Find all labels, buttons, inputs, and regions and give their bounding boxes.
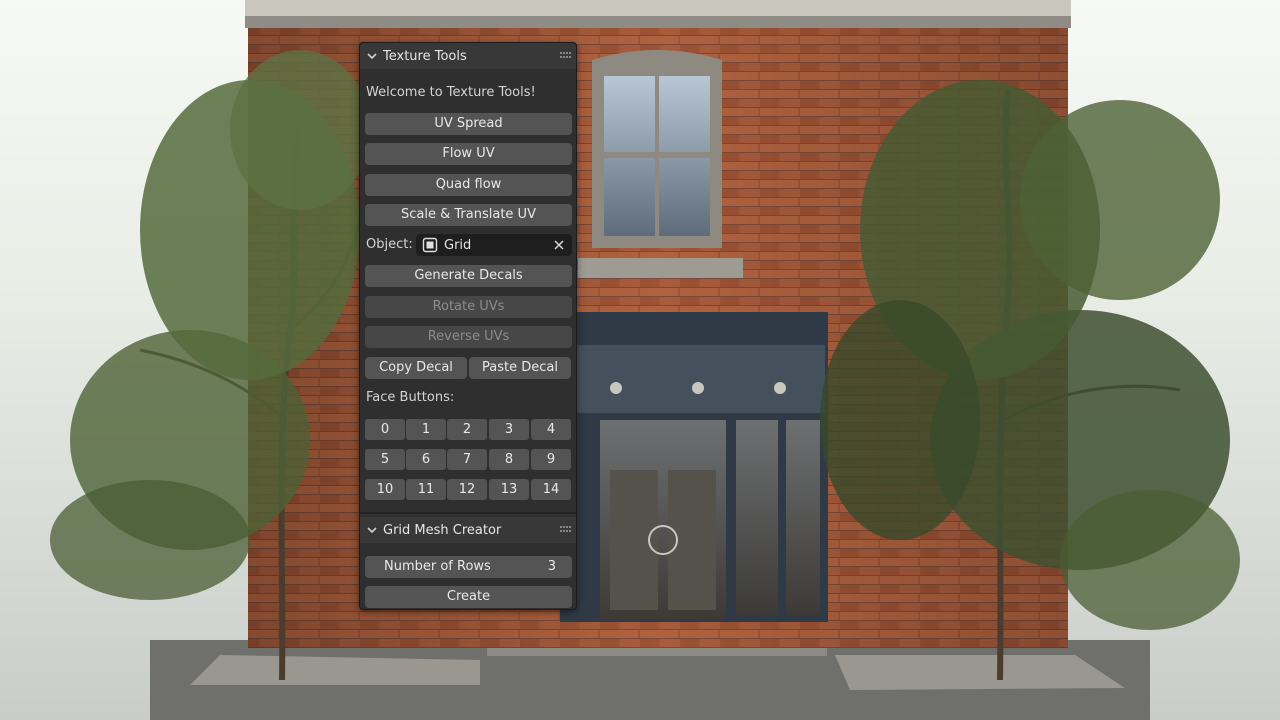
mesh-object-icon <box>422 237 438 253</box>
paste-decal-button[interactable]: Paste Decal <box>469 357 571 379</box>
face-button-0[interactable]: 0 <box>365 419 405 440</box>
chevron-down-icon[interactable] <box>366 50 378 62</box>
face-button-9[interactable]: 9 <box>531 449 571 470</box>
copy-decal-button[interactable]: Copy Decal <box>365 357 467 379</box>
face-button-10[interactable]: 10 <box>365 479 405 500</box>
create-button[interactable]: Create <box>365 586 572 608</box>
texture-tools-header[interactable]: Texture Tools <box>360 43 576 69</box>
face-buttons-label: Face Buttons: <box>366 390 455 405</box>
texture-tools-title: Texture Tools <box>383 48 467 64</box>
face-button-14[interactable]: 14 <box>531 479 571 500</box>
face-button-8[interactable]: 8 <box>489 449 529 470</box>
texture-tools-panel: Texture Tools Welcome to Texture Tools! … <box>359 42 577 610</box>
rotate-uvs-button[interactable]: Rotate UVs <box>365 296 572 318</box>
quad-flow-button[interactable]: Quad flow <box>365 174 572 196</box>
window-sill <box>578 258 743 278</box>
viewport-scene <box>50 0 1240 720</box>
uv-spread-button[interactable]: UV Spread <box>365 113 572 135</box>
object-field-value: Grid <box>444 237 472 253</box>
welcome-text: Welcome to Texture Tools! <box>366 85 536 100</box>
sidewalk-right <box>835 655 1125 690</box>
face-button-5[interactable]: 5 <box>365 449 405 470</box>
face-button-1[interactable]: 1 <box>406 419 446 440</box>
drag-grip-icon[interactable] <box>560 526 572 533</box>
face-button-13[interactable]: 13 <box>489 479 529 500</box>
number-of-rows-value: 3 <box>547 559 556 574</box>
sidewalk-left <box>190 655 480 685</box>
grid-mesh-creator-header[interactable]: Grid Mesh Creator <box>360 517 576 543</box>
clear-x-icon[interactable] <box>553 239 565 251</box>
face-button-7[interactable]: 7 <box>447 449 487 470</box>
face-button-2[interactable]: 2 <box>447 419 487 440</box>
face-button-12[interactable]: 12 <box>447 479 487 500</box>
drag-grip-icon[interactable] <box>560 52 572 59</box>
face-button-6[interactable]: 6 <box>406 449 446 470</box>
cornice <box>245 0 1071 16</box>
chevron-down-icon[interactable] <box>366 524 378 536</box>
flow-uv-button[interactable]: Flow UV <box>365 143 572 165</box>
number-of-rows-field[interactable]: Number of Rows 3 <box>365 556 572 578</box>
number-of-rows-label: Number of Rows <box>384 559 491 574</box>
object-label: Object: <box>366 237 413 252</box>
face-button-3[interactable]: 3 <box>489 419 529 440</box>
panel-divider <box>360 512 576 514</box>
grid-mesh-creator-title: Grid Mesh Creator <box>383 522 502 538</box>
face-button-11[interactable]: 11 <box>406 479 446 500</box>
generate-decals-button[interactable]: Generate Decals <box>365 265 572 287</box>
reverse-uvs-button[interactable]: Reverse UVs <box>365 326 572 348</box>
object-field[interactable]: Grid <box>416 234 572 256</box>
face-button-4[interactable]: 4 <box>531 419 571 440</box>
scale-translate-uv-button[interactable]: Scale & Translate UV <box>365 204 572 226</box>
